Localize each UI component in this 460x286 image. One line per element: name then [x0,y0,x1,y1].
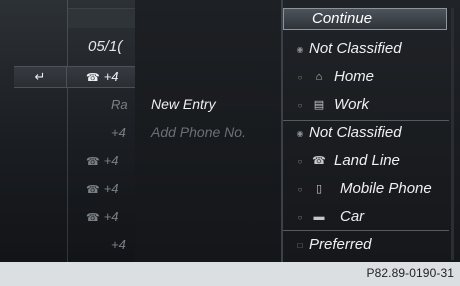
figure-footer: P82.89-0190-31 [0,262,460,286]
call-list-item[interactable]: ☎ +4 [86,209,135,229]
back-button[interactable]: ↵ [14,66,66,88]
menu-item-land-line[interactable]: ○ ☎ Land Line [283,151,449,179]
phone-icon: ☎ [86,72,100,84]
phone-icon: ☎ [86,156,100,168]
radio-icon: ○ [297,73,303,82]
menu-item-label: Not Classified [309,40,402,57]
menu-item-not-classified-2[interactable]: ◉ Not Classified [283,123,449,151]
call-number: +4 [111,125,126,140]
radio-icon: ○ [297,101,303,110]
call-list-item[interactable]: ☎ +4 [86,181,135,201]
panel-divider [67,0,68,262]
call-list-item[interactable]: +4 [86,125,135,145]
call-list-item[interactable]: +4 [86,237,135,257]
menu-item-preferred[interactable]: □ Preferred [283,235,449,262]
phone-icon: ☎ [86,184,100,196]
radio-selected-icon: ◉ [296,129,304,138]
menu-item-mobile-phone[interactable]: ○ ▯ Mobile Phone [283,179,449,207]
call-list-header-bar [68,8,135,28]
figure-code: P82.89-0190-31 [366,266,454,280]
menu-item-label: Land Line [334,152,400,169]
row-separator [66,66,67,88]
mobile-phone-icon: ▯ [315,183,323,195]
menu-item-label: Work [334,96,369,113]
back-arrow-icon: ↵ [34,69,46,84]
menu-item-work[interactable]: ○ ▤ Work [283,95,449,121]
call-list-item[interactable]: Ra [86,97,135,117]
add-phone-number-item[interactable]: Add Phone No. [151,124,246,140]
call-date: 05/1( [88,38,123,55]
call-list-item[interactable]: ☎ +4 [86,153,135,173]
menu-item-label: Car [340,208,365,225]
radio-icon: ○ [297,213,303,222]
landline-icon: ☎ [312,155,326,167]
radio-icon: ○ [297,185,303,194]
home-icon: ⌂ [315,71,323,83]
work-icon: ▤ [313,99,325,111]
call-number: +4 [103,181,119,196]
menu-item-home[interactable]: ○ ⌂ Home [283,67,449,95]
radio-icon: ○ [297,157,303,166]
menu-scrollbar[interactable] [451,8,454,260]
call-number: +4 [103,69,119,84]
menu-item-label: Preferred [309,236,372,253]
call-list-item[interactable]: ☎ +4 [86,69,135,89]
new-entry-item[interactable]: New Entry [151,96,216,112]
menu-item-label: Not Classified [309,124,402,141]
phone-screen: 05/1( ↵ ☎ +4 Ra +4 ☎ +4 ☎ +4 ☎ +4 +4 New Ent… [0,0,460,262]
menu-item-label: Home [334,68,375,85]
radio-selected-icon: ◉ [296,45,304,54]
car-icon: ▬ [313,211,325,223]
call-number: +4 [103,153,119,168]
menu-item-label: Mobile Phone [340,180,432,197]
call-name: Ra [111,97,128,112]
call-number: +4 [103,209,119,224]
checkbox-icon: □ [297,241,303,250]
continue-button[interactable]: Continue [283,8,447,30]
menu-item-not-classified[interactable]: ◉ Not Classified [283,39,449,67]
phone-icon: ☎ [86,212,100,224]
call-number: +4 [111,237,126,252]
menu-item-car[interactable]: ○ ▬ Car [283,207,449,231]
